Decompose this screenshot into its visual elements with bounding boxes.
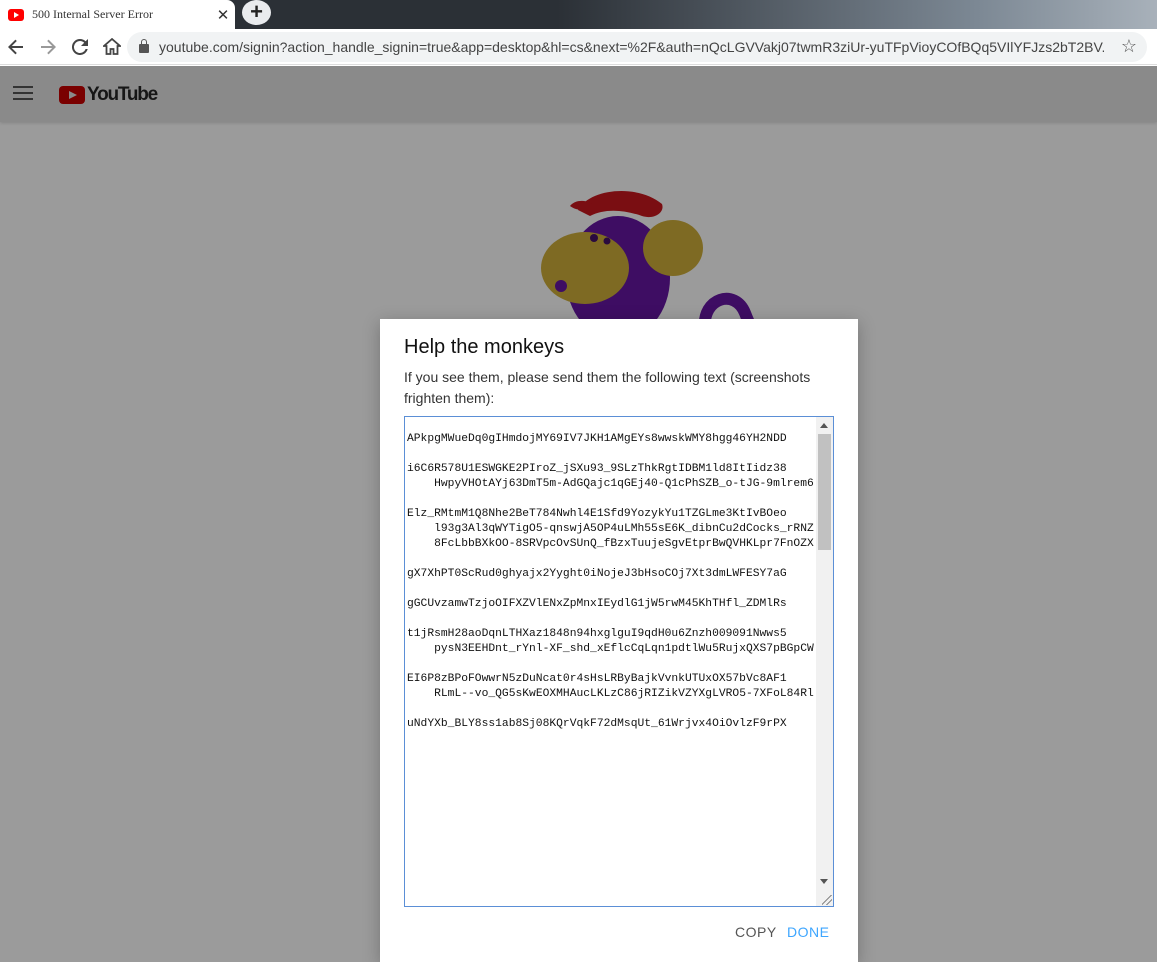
scroll-up-icon[interactable] [820,423,828,428]
browser-tab[interactable]: 500 Internal Server Error ✕ [0,0,235,29]
url-text: youtube.com/signin?action_handle_signin=… [159,39,1104,55]
monkey-illustration [541,191,757,328]
back-button[interactable] [0,31,32,63]
copy-button[interactable]: COPY [735,924,777,940]
forward-button[interactable] [32,31,64,63]
tab-title: 500 Internal Server Error [32,7,153,21]
lock-icon [139,39,149,53]
youtube-logo[interactable]: YouTube [59,84,158,106]
reload-button[interactable] [64,31,96,63]
done-button[interactable]: DONE [787,924,829,940]
bookmark-star-icon[interactable]: ☆ [1121,36,1137,57]
text-area-scrollbar[interactable] [816,417,833,906]
dialog-title: Help the monkeys [404,336,565,358]
browser-toolbar: youtube.com/signin?action_handle_signin=… [0,29,1157,65]
youtube-favicon-icon [8,8,24,21]
tab-close-icon[interactable]: ✕ [211,6,235,24]
masthead: YouTube [0,66,1157,122]
dialog-description: If you see them, please send them the fo… [404,369,811,406]
menu-icon[interactable] [13,86,33,100]
bottom-strip [0,962,1157,969]
browser-tab-strip: 500 Internal Server Error ✕ + [0,0,1157,29]
youtube-play-icon [59,86,85,104]
reload-icon [72,38,88,55]
error-text-area[interactable]: APkpgMWueDq0gIHmdojMY69IV7JKH1AMgEYs8wws… [404,416,834,907]
home-icon [103,38,121,55]
logo-text: YouTube [87,84,158,105]
resize-grip-icon[interactable] [822,895,832,905]
home-button[interactable] [96,31,128,63]
new-tab-button[interactable]: + [242,0,271,25]
forward-arrow-icon [41,39,56,54]
youtube-page: YouTube Help the monkeys If you see them… [0,66,1157,962]
scrollbar-thumb[interactable] [818,434,831,550]
back-arrow-icon [8,39,23,54]
error-text: APkpgMWueDq0gIHmdojMY69IV7JKH1AMgEYs8wws… [407,433,814,730]
address-bar[interactable]: youtube.com/signin?action_handle_signin=… [127,32,1147,62]
scroll-down-icon[interactable] [820,879,828,884]
help-monkeys-dialog: Help the monkeys If you see them, please… [380,319,858,962]
